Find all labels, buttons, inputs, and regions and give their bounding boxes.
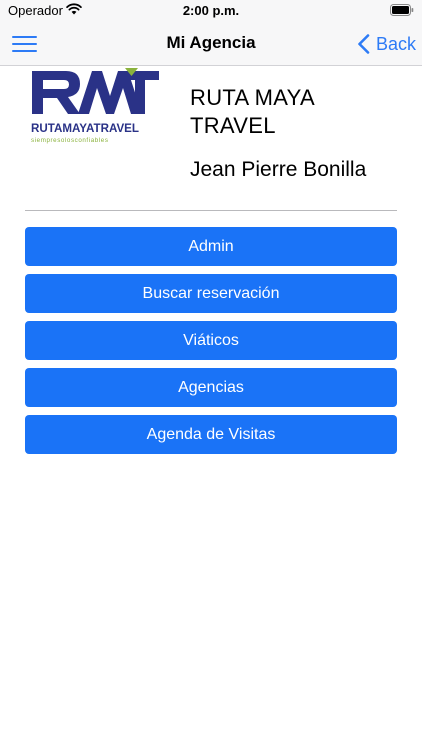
status-time: 2:00 p.m.	[182, 3, 240, 18]
menu-line	[12, 43, 37, 45]
app-screen: Operador 2:00 p.m. Mi Agencia Back RUTAM…	[0, 0, 422, 750]
agency-name: RUTA MAYA TRAVEL	[190, 85, 314, 138]
agency-logo: RUTAMAYATRAVEL siempresolosconfiables	[30, 66, 162, 148]
divider	[25, 210, 397, 211]
battery-icon	[390, 4, 414, 19]
back-button[interactable]: Back	[357, 28, 416, 60]
chevron-left-icon	[358, 34, 370, 54]
menu-line	[12, 50, 37, 52]
menu-button-list: Admin Buscar reservación Viáticos Agenci…	[25, 227, 397, 462]
agent-name: Jean Pierre Bonilla	[190, 158, 367, 181]
menu-line	[12, 36, 37, 38]
logo-wordmark: RUTAMAYATRAVEL	[31, 122, 139, 135]
navigation-bar: Mi Agencia Back	[0, 22, 422, 66]
status-bar: Operador 2:00 p.m.	[0, 0, 422, 22]
logo-tagline: siempresolosconfiables	[31, 137, 109, 144]
back-label: Back	[375, 33, 416, 54]
agenda-de-visitas-button[interactable]: Agenda de Visitas	[25, 415, 397, 454]
hamburger-menu-icon[interactable]	[12, 34, 38, 54]
agencias-button[interactable]: Agencias	[25, 368, 397, 407]
admin-button[interactable]: Admin	[25, 227, 397, 266]
buscar-reservacion-button[interactable]: Buscar reservación	[25, 274, 397, 313]
viaticos-button[interactable]: Viáticos	[25, 321, 397, 360]
